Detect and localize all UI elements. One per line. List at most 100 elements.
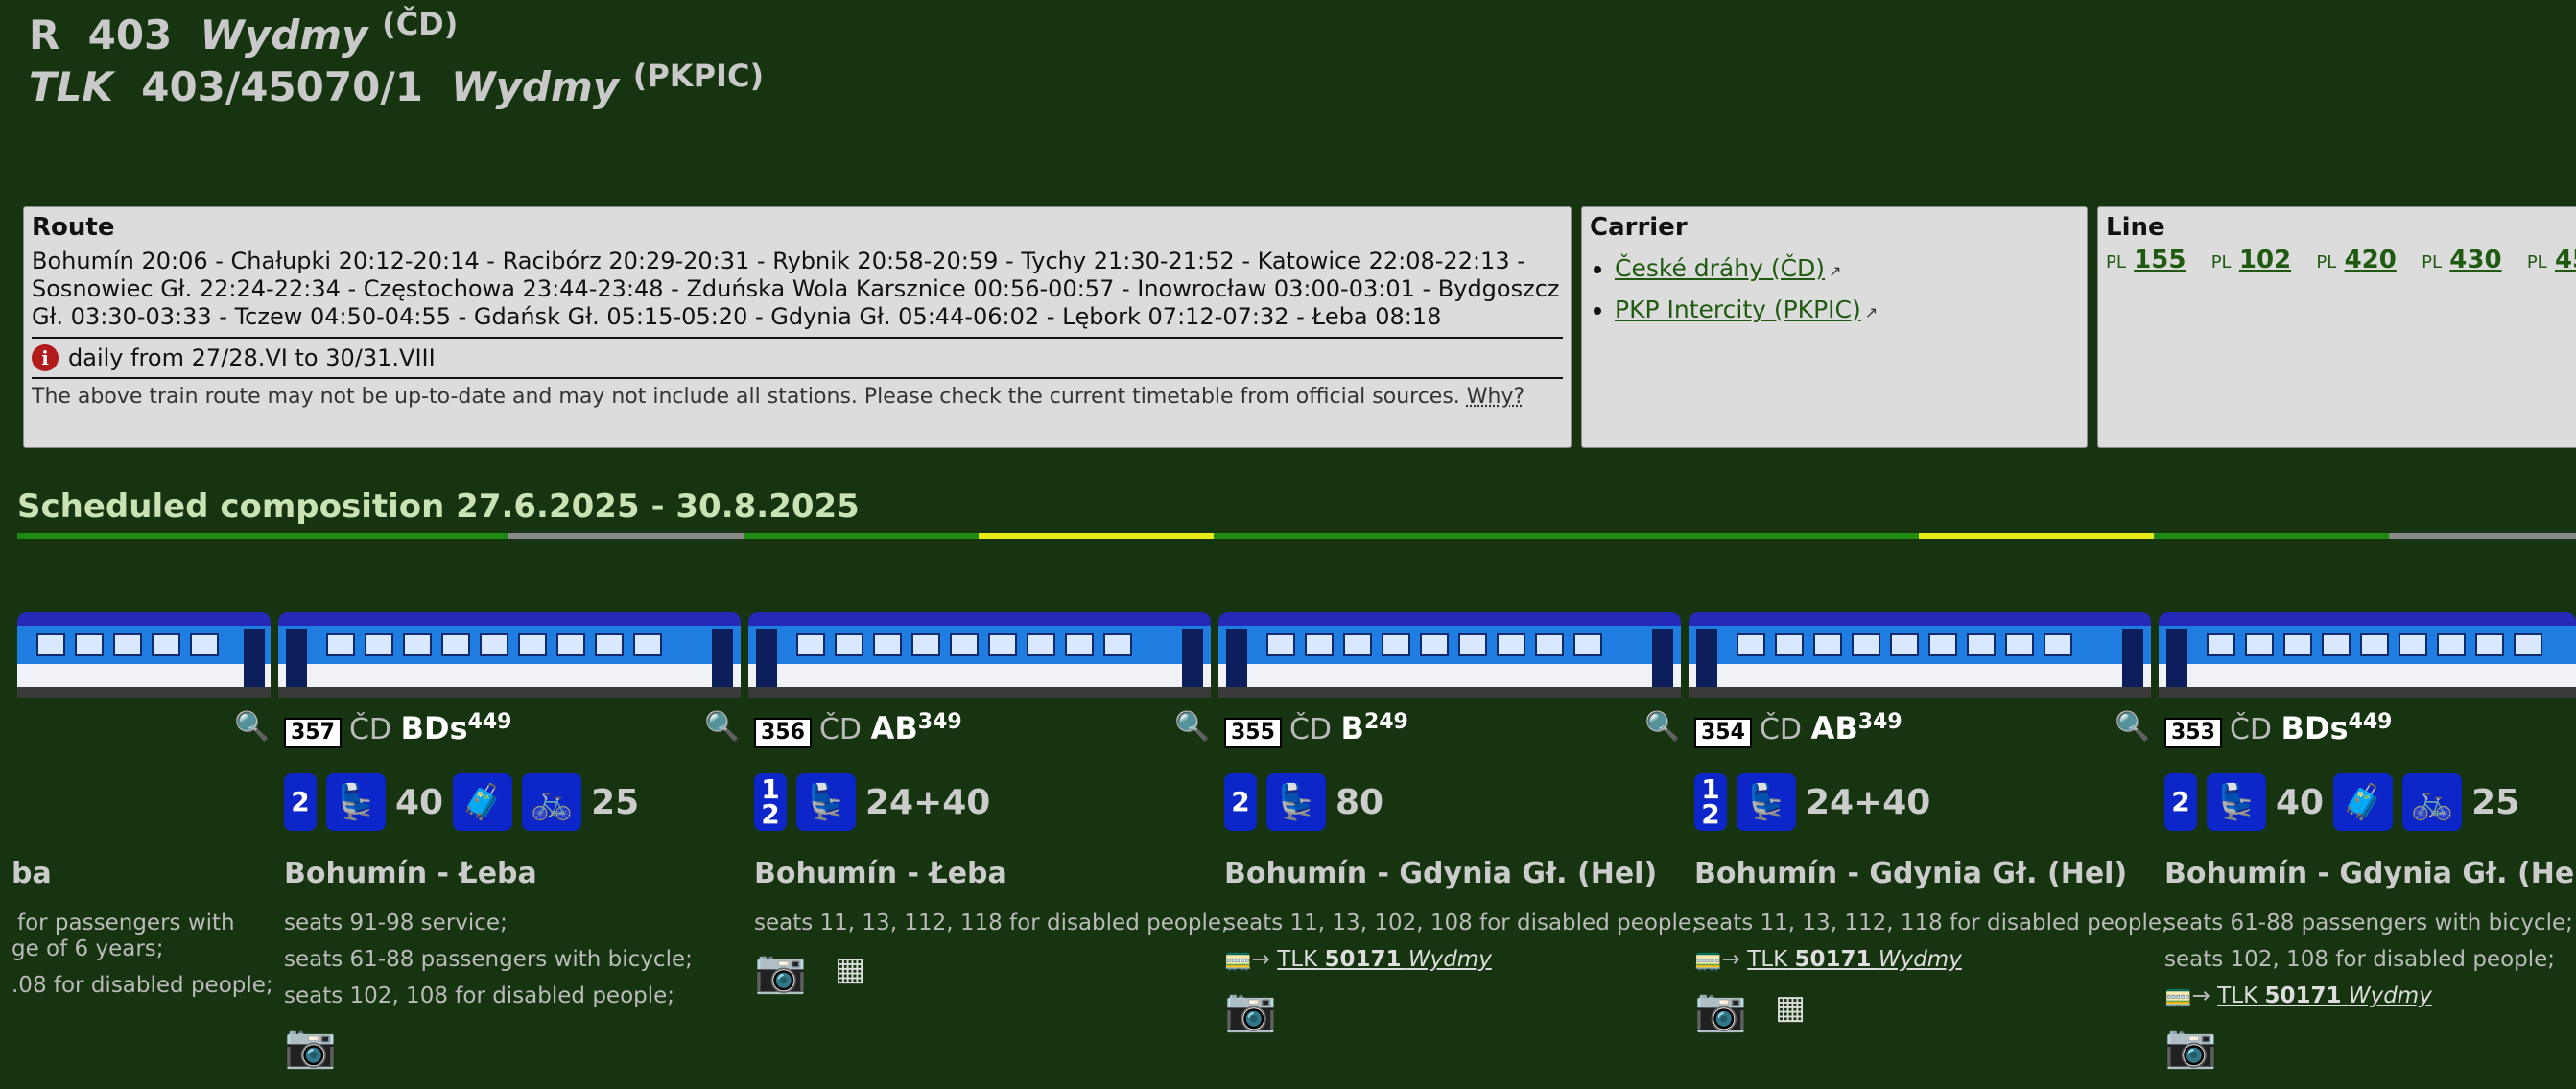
divider	[32, 377, 1563, 379]
wagon-type-code: 349	[1857, 710, 1902, 734]
seat-count: 40	[395, 782, 444, 822]
coach-route-bar	[1919, 533, 2154, 539]
camera-icon[interactable]: 📷	[1224, 984, 1277, 1034]
coach-route-bar	[508, 533, 744, 539]
carrier-link-cd[interactable]: České dráhy (ČD)	[1615, 254, 1825, 282]
wagon-image[interactable]	[2159, 612, 2576, 700]
magnifier-icon[interactable]: 🔍	[2115, 710, 2150, 744]
through-coach: 🚃→ TLK 50171 Wydmy	[1224, 941, 1492, 978]
wagon-type-code: 449	[2348, 710, 2393, 734]
line-link[interactable]: PL 451	[2527, 246, 2576, 274]
divider	[32, 337, 1563, 339]
wagon-image[interactable]	[748, 612, 1211, 700]
bike-count: 25	[2471, 782, 2520, 822]
wagon-image[interactable]	[1218, 612, 1681, 700]
carrier-title: Carrier	[1590, 213, 1688, 242]
wagon-amenities: 2 💺 40 🧳 🚲 25	[284, 773, 639, 831]
wagon-number: 354	[1694, 718, 1752, 748]
train-number: 403/45070/1	[141, 63, 423, 110]
wagon-type: B	[1340, 710, 1364, 746]
train-number: 403	[87, 12, 173, 59]
external-link-icon: ↗	[1864, 303, 1879, 321]
bicycle-icon: 🚲	[2402, 773, 2463, 831]
coach-route-bar	[2154, 533, 2389, 539]
wagon-carrier: ČD	[1288, 713, 1332, 746]
carrier-link-pkpic[interactable]: PKP Intercity (PKPIC)	[1615, 296, 1861, 323]
carrier-box: Carrier České dráhy (ČD)↗ PKP Intercity …	[1581, 206, 2088, 448]
seat-map-icon[interactable]: ▦	[835, 950, 865, 988]
wagon-note: seats 11, 13, 102, 108 for disabled peop…	[1224, 911, 1699, 935]
camera-icon[interactable]: 📷	[284, 1021, 337, 1071]
wagon-route: Bohumín - Łeba	[754, 857, 1007, 890]
camera-icon[interactable]: 📷	[2164, 1021, 2217, 1071]
wagon-type-code: 449	[467, 710, 512, 734]
class-icon: 2	[1224, 773, 1257, 831]
wagon-image[interactable]	[278, 612, 741, 700]
line-links: PL 155 PL 102 PL 420 PL 430 PL 451	[2106, 246, 2576, 274]
wagon-amenities: 2 💺 40 🧳 🚲 25	[2164, 773, 2519, 831]
seat-count: 24+40	[865, 782, 991, 822]
line-link[interactable]: PL 102	[2211, 246, 2291, 274]
wagon-carrier: ČD	[2229, 713, 2272, 746]
wagon-header: 357 ČD BDs449	[284, 710, 511, 748]
coach-route-bar	[17, 533, 508, 539]
through-coach: 🚃→ TLK 50171 Wydmy	[2164, 978, 2432, 1014]
wagon-number: 356	[754, 718, 812, 748]
route-note: i daily from 27/28.VI to 30/31.VIII	[32, 344, 1563, 371]
wagon-note: seats 91-98 service;	[284, 911, 508, 935]
class-icon: 12	[754, 773, 787, 831]
wagon-note: seats 11, 13, 112, 118 for disabled peop…	[1694, 911, 2169, 935]
class-icon: 2	[2164, 773, 2197, 831]
wagon-note: ge of 6 years;	[12, 936, 164, 961]
route-stations: Bohumín 20:06 - Chałupki 20:12-20:14 - R…	[32, 248, 1560, 330]
wagon-route: Bohumín - Łeba	[284, 857, 537, 890]
seat-icon: 💺	[1737, 773, 1796, 831]
coach-route-bar	[744, 533, 979, 539]
train-type: TLK	[29, 63, 113, 110]
wagon-image[interactable]	[1689, 612, 2151, 700]
wagon-route: Bohumín - Gdynia Gł. (Hel)	[1224, 857, 1658, 890]
magnifier-icon[interactable]: 🔍	[234, 710, 270, 744]
camera-icon[interactable]: 📷	[754, 946, 807, 996]
wagon-number: 357	[284, 718, 342, 748]
external-link-icon: ↗	[1829, 262, 1842, 280]
through-coach-link[interactable]: TLK 50171 Wydmy	[2217, 983, 2432, 1008]
train-name: Wydmy	[200, 12, 368, 59]
why-link[interactable]: Why?	[1467, 385, 1524, 409]
through-coach-icon: 🚃→	[1224, 947, 1270, 972]
seat-icon: 💺	[796, 773, 856, 831]
wagon-amenities: 12 💺 24+40	[754, 773, 990, 831]
luggage-icon: 🧳	[453, 773, 513, 831]
wagon-image[interactable]	[17, 612, 271, 700]
wagon-number: 353	[2164, 718, 2222, 748]
class-icon: 2	[284, 773, 317, 831]
through-coach-link[interactable]: TLK 50171 Wydmy	[1277, 947, 1492, 972]
seat-map-icon[interactable]: ▦	[1775, 988, 1806, 1027]
wagon-type: BDs	[2281, 710, 2349, 746]
wagon-route: Bohumín - Gdynia Gł. (Hel)	[1694, 857, 2128, 890]
line-link[interactable]: PL 430	[2422, 246, 2501, 274]
magnifier-icon[interactable]: 🔍	[1174, 710, 1210, 744]
seat-icon: 💺	[2207, 773, 2266, 831]
bike-count: 25	[591, 782, 640, 822]
class-icon: 12	[1694, 773, 1727, 831]
route-disclaimer: The above train route may not be up-to-d…	[32, 385, 1563, 409]
line-link[interactable]: PL 420	[2316, 246, 2396, 274]
seat-count: 80	[1335, 782, 1384, 822]
wagon-note: seats 102, 108 for disabled people;	[2164, 947, 2556, 972]
magnifier-icon[interactable]: 🔍	[1644, 710, 1680, 744]
train-title-line1: R 403 Wydmy (ČD)	[29, 6, 458, 59]
through-coach-link[interactable]: TLK 50171 Wydmy	[1747, 947, 1962, 972]
route-note-text: daily from 27/28.VI to 30/31.VIII	[68, 344, 436, 371]
magnifier-icon[interactable]: 🔍	[704, 710, 740, 744]
line-link[interactable]: PL 155	[2106, 246, 2186, 274]
wagon-carrier: ČD	[348, 713, 391, 746]
wagon-note: seats 61-88 passengers with bicycle;	[2164, 911, 2573, 935]
seat-icon: 💺	[326, 773, 386, 831]
route-title: Route	[32, 213, 115, 242]
line-box: Line PL 155 PL 102 PL 420 PL 430 PL 451	[2097, 206, 2576, 448]
seat-count: 24+40	[1806, 782, 1931, 822]
wagon-route: Bohumín - Gdynia Gł. (Hel)	[2164, 857, 2576, 890]
camera-icon[interactable]: 📷	[1694, 984, 1747, 1034]
through-coach: 🚃→ TLK 50171 Wydmy	[1694, 941, 1962, 978]
